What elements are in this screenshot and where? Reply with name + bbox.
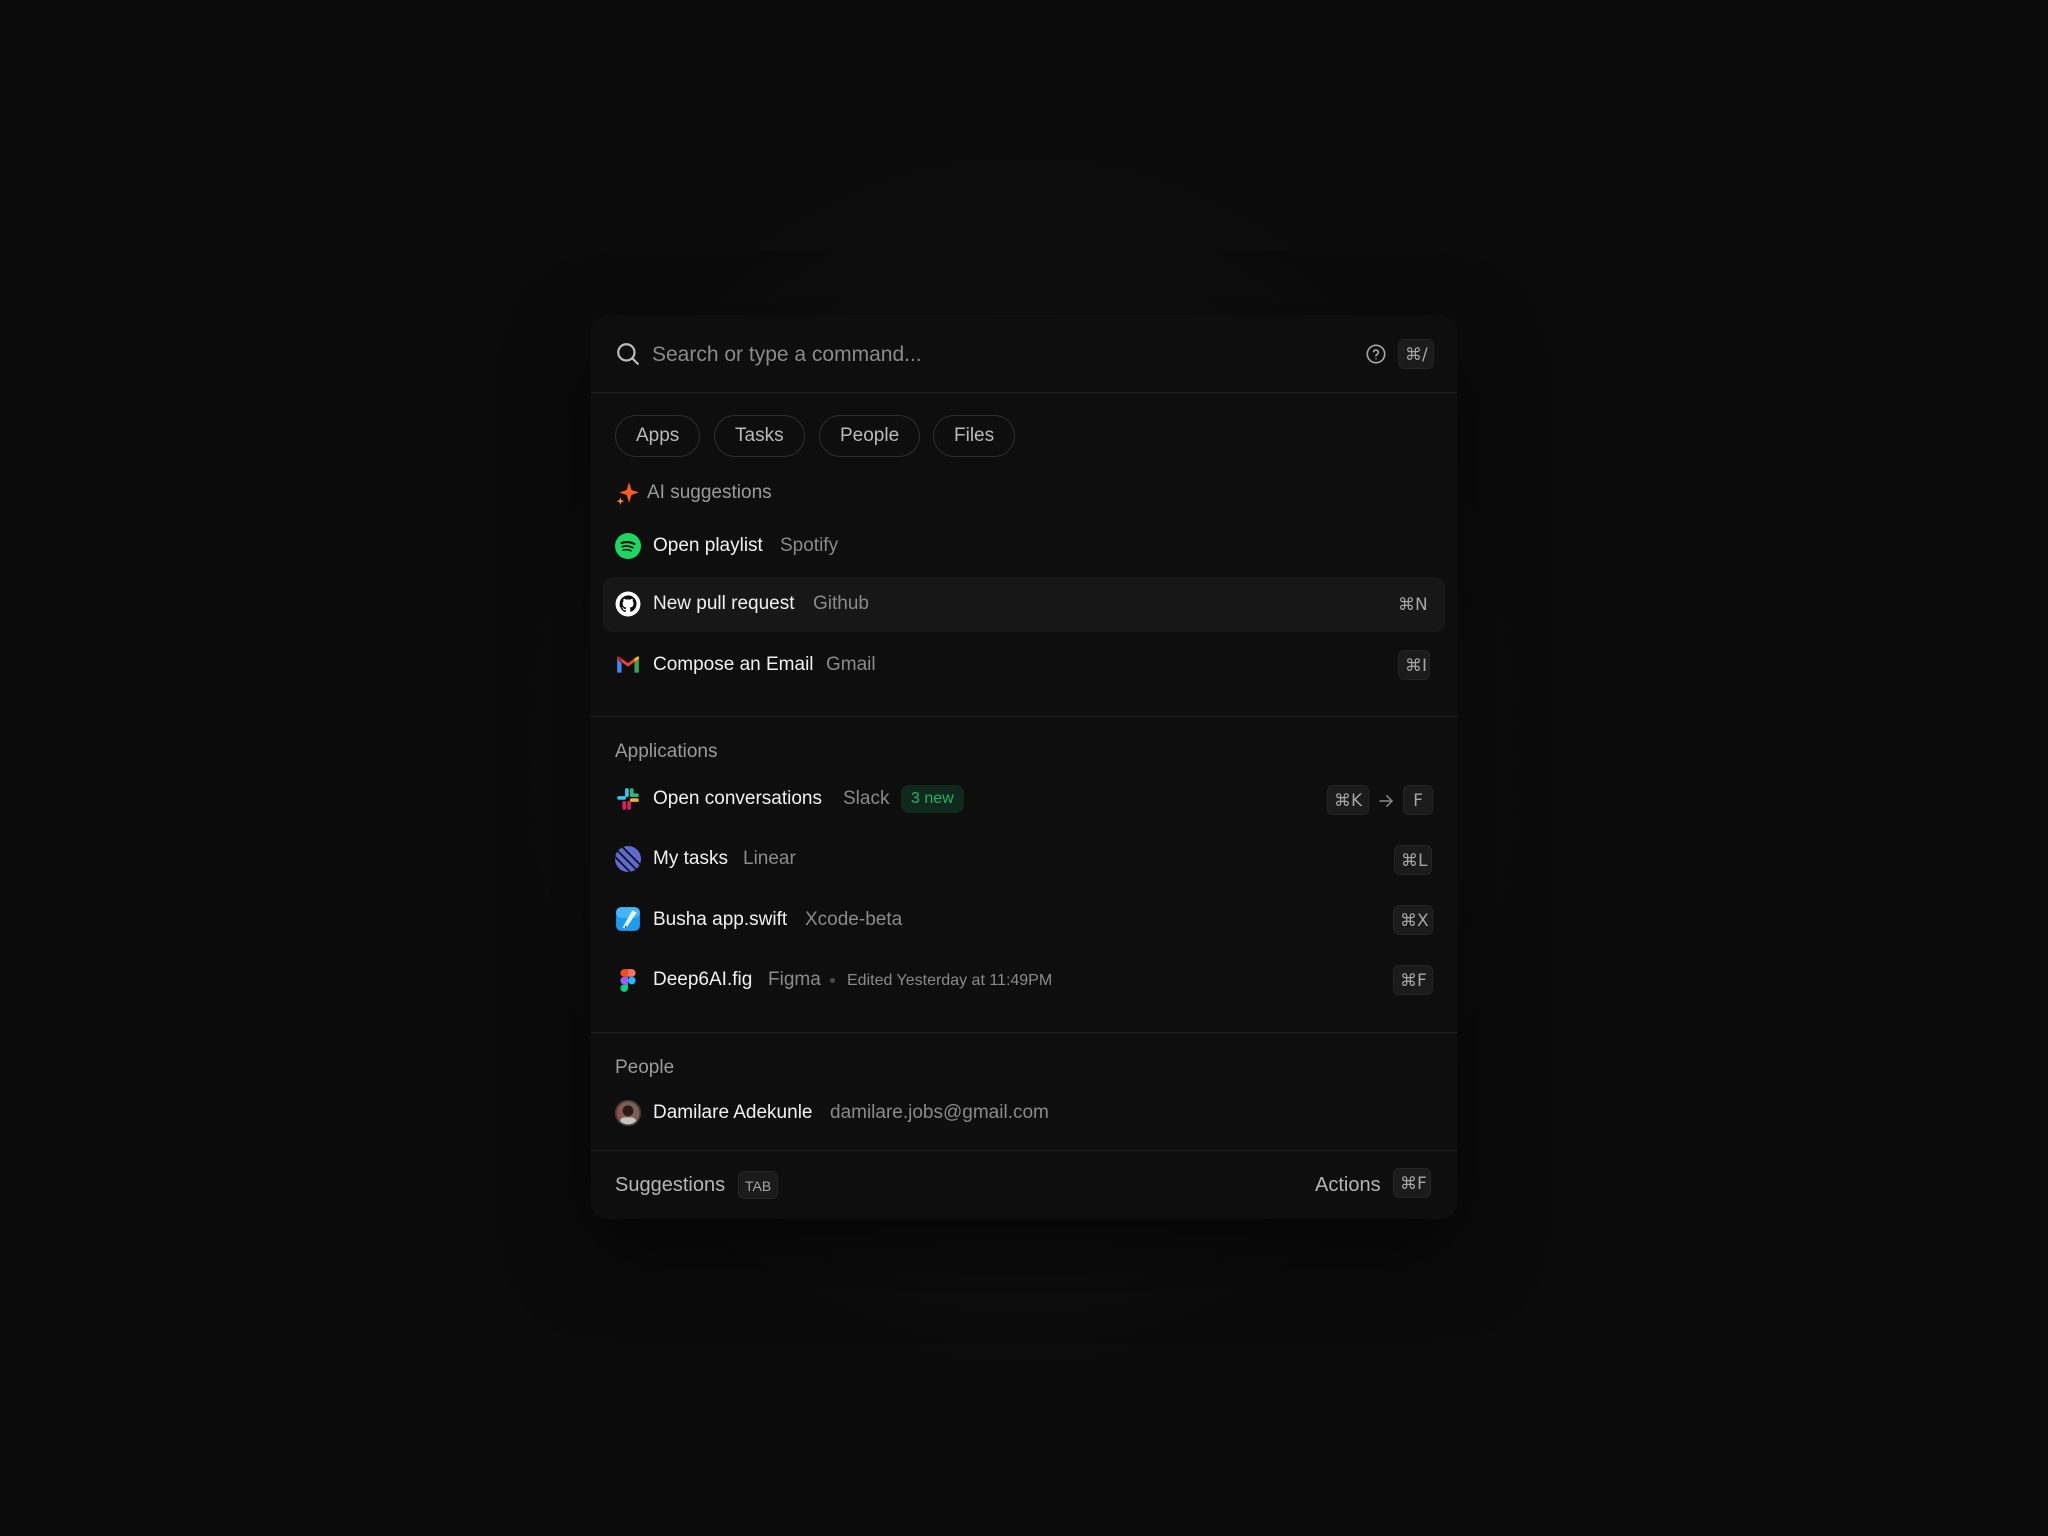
xcode-icon bbox=[616, 907, 640, 931]
figma-icon bbox=[620, 969, 636, 992]
spotify-icon bbox=[615, 533, 641, 559]
tab-key: TAB bbox=[738, 1171, 779, 1199]
search-bar: ⌘/ bbox=[591, 316, 1457, 392]
item-app: Slack bbox=[843, 788, 890, 809]
item-app: Spotify bbox=[780, 535, 839, 556]
ai-suggestions-heading: AI suggestions bbox=[647, 482, 772, 503]
new-count-badge: 3 new bbox=[901, 785, 964, 813]
shortcut-key: ⌘I bbox=[1398, 650, 1430, 680]
item-app: Gmail bbox=[826, 654, 876, 675]
shortcut-key: ⌘N bbox=[1398, 595, 1428, 615]
item-title: Open conversations bbox=[653, 788, 822, 809]
applications-heading: Applications bbox=[615, 741, 718, 762]
gmail-icon bbox=[617, 656, 639, 673]
filter-chip-files[interactable]: Files bbox=[933, 415, 1016, 457]
footer-actions-label[interactable]: Actions bbox=[1315, 1174, 1381, 1197]
person-name: Damilare Adekunle bbox=[653, 1102, 813, 1123]
avatar bbox=[615, 1100, 641, 1126]
divider bbox=[591, 392, 1457, 393]
people-heading: People bbox=[615, 1057, 675, 1078]
separator-dot bbox=[830, 978, 835, 983]
linear-icon bbox=[615, 846, 641, 872]
shortcut-key: ⌘L bbox=[1394, 845, 1432, 875]
command-palette: ⌘/ Apps Tasks People Files AI suggestion… bbox=[591, 316, 1457, 1219]
filter-chip-apps[interactable]: Apps bbox=[615, 415, 701, 457]
item-title: Deep6AI.fig bbox=[653, 969, 753, 990]
item-app: Github bbox=[813, 593, 869, 614]
divider bbox=[591, 716, 1457, 717]
help-shortcut-key: ⌘/ bbox=[1398, 339, 1434, 369]
item-title: My tasks bbox=[653, 848, 728, 869]
item-app: Xcode-beta bbox=[805, 909, 903, 930]
divider bbox=[591, 1150, 1457, 1151]
shortcut-key: ⌘F bbox=[1393, 965, 1433, 995]
item-title: Open playlist bbox=[653, 535, 763, 556]
person-email: damilare.jobs@gmail.com bbox=[830, 1102, 1049, 1123]
backdrop: ⌘/ Apps Tasks People Files AI suggestion… bbox=[0, 0, 2048, 1536]
shortcut-then-key: F bbox=[1403, 785, 1433, 815]
filter-chip-people[interactable]: People bbox=[819, 415, 921, 457]
shortcut-key: ⌘K bbox=[1327, 785, 1369, 815]
filter-chip-tasks[interactable]: Tasks bbox=[714, 415, 805, 457]
item-meta: Edited Yesterday at 11:49PM bbox=[847, 972, 1053, 989]
list-item-my-tasks[interactable] bbox=[603, 832, 1445, 882]
item-title: New pull request bbox=[653, 593, 795, 614]
actions-shortcut-key: ⌘F bbox=[1393, 1168, 1431, 1198]
search-icon bbox=[617, 343, 639, 365]
footer-suggestions-label[interactable]: Suggestions bbox=[615, 1174, 725, 1197]
search-input[interactable] bbox=[650, 334, 1254, 376]
item-title: Busha app.swift bbox=[653, 909, 788, 930]
divider bbox=[591, 1032, 1457, 1033]
item-app: Linear bbox=[743, 848, 796, 869]
github-icon bbox=[615, 591, 641, 617]
help-icon[interactable] bbox=[1365, 343, 1387, 365]
arrow-right-icon bbox=[1379, 795, 1393, 807]
shortcut-key: ⌘X bbox=[1393, 905, 1433, 935]
item-app: Figma bbox=[768, 969, 821, 990]
item-title: Compose an Email bbox=[653, 654, 814, 675]
sparkle-icon bbox=[616, 482, 639, 505]
slack-icon bbox=[617, 788, 639, 810]
